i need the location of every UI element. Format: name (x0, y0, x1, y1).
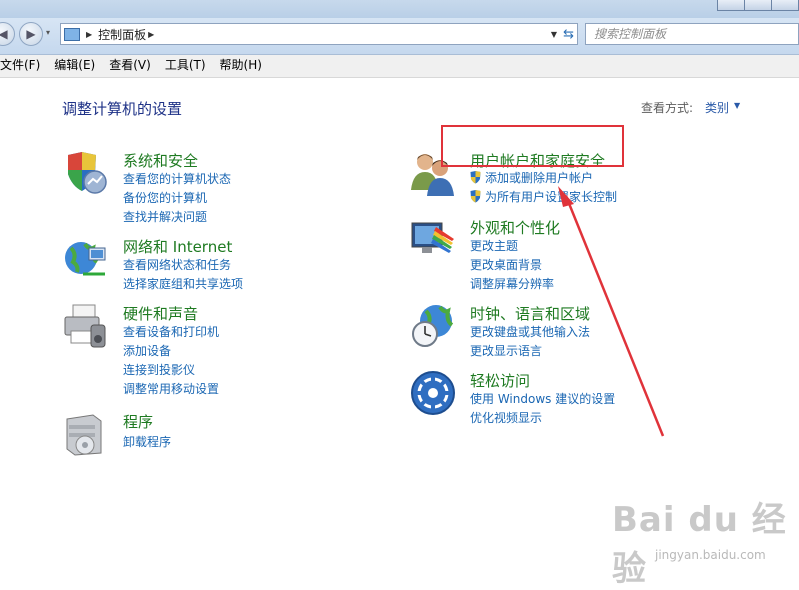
baidu-watermark-url: jingyan.baidu.com (655, 548, 766, 562)
baidu-watermark-logo: Bai du 经验 (612, 500, 787, 589)
